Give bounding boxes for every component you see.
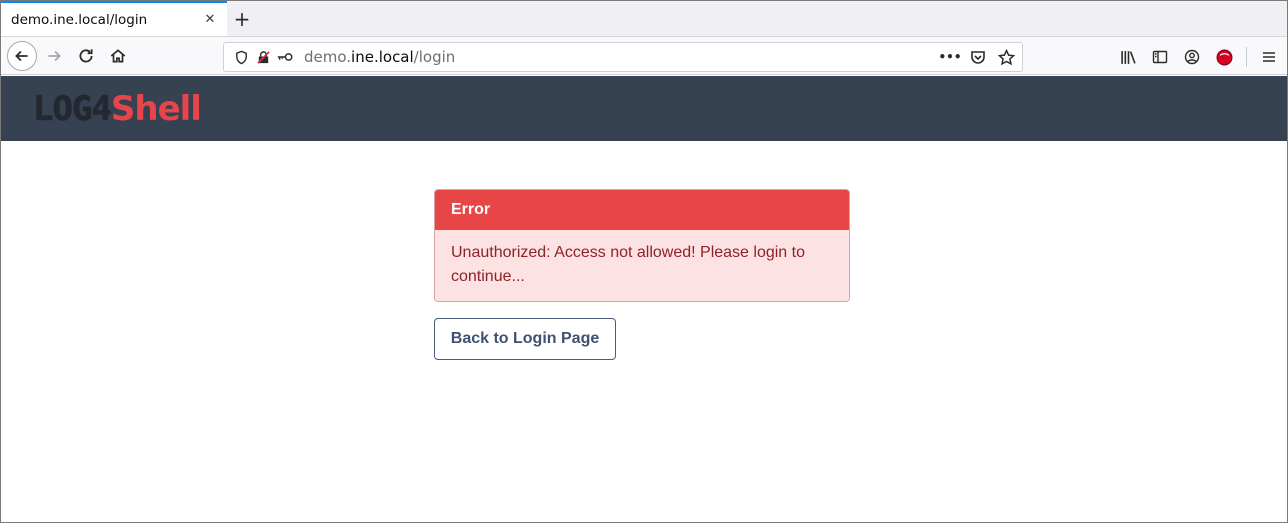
logo-shell-text: Shell [110, 88, 202, 129]
forward-button[interactable] [39, 41, 69, 71]
sidebar-icon[interactable] [1150, 47, 1170, 67]
alert-title: Error [435, 190, 849, 230]
pocket-icon[interactable] [968, 47, 988, 67]
shield-icon[interactable] [230, 46, 252, 68]
arrow-right-icon [48, 50, 61, 61]
back-button[interactable] [7, 40, 37, 71]
toolbar-divider [1246, 47, 1247, 67]
new-tab-button[interactable]: + [227, 1, 257, 36]
extension-icon[interactable] [1214, 47, 1234, 67]
url-path: /login [413, 48, 456, 66]
url-prefix: demo. [304, 48, 352, 66]
reload-icon [79, 48, 93, 62]
url-host: ine.local [351, 48, 414, 66]
home-icon [110, 48, 126, 62]
browser-window: demo.ine.local/login ✕ + demo.ine.local/… [0, 0, 1288, 523]
site-header: LOG4Shell [1, 76, 1287, 141]
back-to-login-button[interactable]: Back to Login Page [434, 318, 616, 360]
tab-active[interactable]: demo.ine.local/login ✕ [1, 1, 227, 36]
reload-button[interactable] [71, 41, 101, 71]
tab-strip: demo.ine.local/login ✕ + [1, 1, 1287, 37]
page-content: Error Unauthorized: Access not allowed! … [1, 141, 1287, 522]
logo-log4-text: LOG4 [33, 88, 112, 129]
home-button[interactable] [103, 41, 133, 71]
library-icon[interactable] [1118, 47, 1138, 67]
toolbar-right [1118, 42, 1279, 72]
alert-message: Unauthorized: Access not allowed! Please… [435, 230, 849, 301]
url-text[interactable]: demo.ine.local/login [304, 48, 940, 66]
url-actions: ••• [939, 47, 1016, 67]
tab-title: demo.ine.local/login [11, 11, 148, 28]
arrow-left-icon [15, 50, 28, 61]
tab-close-icon[interactable]: ✕ [201, 11, 219, 29]
error-alert: Error Unauthorized: Access not allowed! … [434, 189, 850, 302]
bookmark-star-icon[interactable] [996, 47, 1016, 67]
hamburger-menu-icon[interactable] [1259, 47, 1279, 67]
url-bar[interactable]: demo.ine.local/login ••• [223, 42, 1023, 72]
insecure-lock-icon[interactable] [252, 46, 274, 68]
account-icon[interactable] [1182, 47, 1202, 67]
page-actions-icon[interactable]: ••• [939, 47, 962, 67]
key-icon[interactable] [274, 46, 296, 68]
log4shell-logo[interactable]: LOG4Shell [33, 88, 202, 129]
